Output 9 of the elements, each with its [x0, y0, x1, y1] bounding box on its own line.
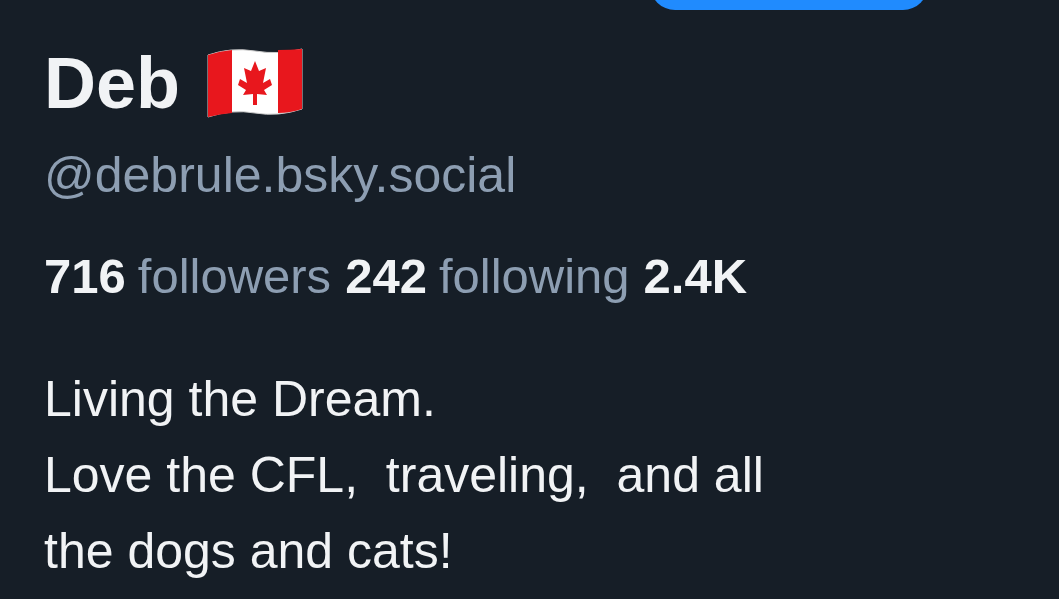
stat-label: following: [438, 252, 630, 301]
stat-count: 2.4K: [643, 252, 748, 301]
stat-count: 716: [44, 252, 126, 301]
stat-label: followers: [137, 252, 332, 301]
stat-count: 242: [345, 252, 427, 301]
flag-icon: [206, 47, 305, 119]
profile-name: Deb: [44, 47, 181, 119]
profile-bio: Living the Dream. Love the CFL, traveling, and all the dogs and cats!: [44, 370, 765, 581]
profile-handle: @debrule.bsky.social: [44, 150, 517, 200]
